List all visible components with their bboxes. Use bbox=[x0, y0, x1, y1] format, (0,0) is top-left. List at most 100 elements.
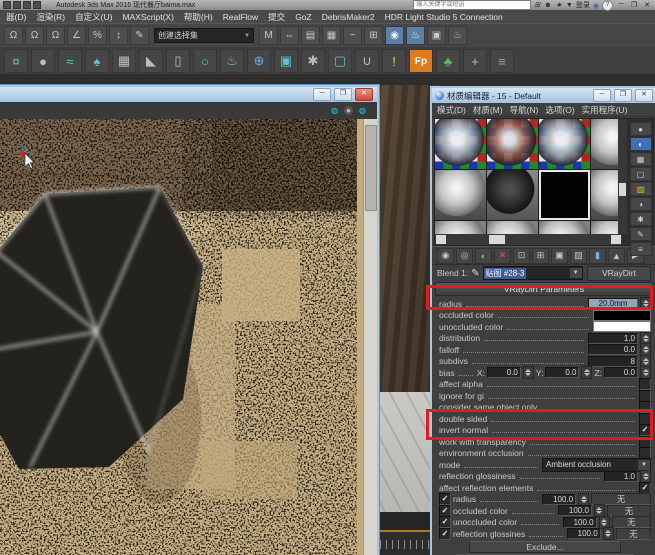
exclude-button[interactable]: Exclude... bbox=[469, 540, 621, 553]
distribution-field[interactable]: 1.0 bbox=[588, 332, 638, 344]
radius-field[interactable]: 20.0mm bbox=[588, 298, 638, 310]
material-sample-slot[interactable] bbox=[435, 119, 486, 169]
snap-toggle-3d-icon[interactable]: Ω bbox=[46, 26, 65, 45]
menu-item[interactable]: MAXScript(X) bbox=[117, 12, 178, 22]
named-selection-dropdown[interactable]: 创建选择集 ▼ bbox=[154, 28, 254, 43]
menu-item[interactable]: 帮助(H) bbox=[179, 11, 218, 23]
sample-uv-tiling-icon[interactable]: ▢ bbox=[629, 167, 652, 181]
scrollbar-thumb[interactable] bbox=[365, 125, 377, 211]
undo-icon[interactable] bbox=[33, 1, 41, 9]
material-editor-icon[interactable]: ◉ bbox=[385, 26, 404, 45]
chevron-down-icon[interactable]: ▼ bbox=[638, 459, 650, 470]
window-tool-icon[interactable]: ▦ bbox=[112, 49, 136, 73]
light-tool-icon[interactable]: ¤ bbox=[4, 49, 28, 73]
floorgenerator-button[interactable]: Fp bbox=[409, 49, 433, 73]
material-sample-slot[interactable] bbox=[591, 170, 620, 220]
schematic-view-icon[interactable]: ⊞ bbox=[364, 26, 383, 45]
minimize-button[interactable]: ─ bbox=[616, 1, 626, 9]
signin-link[interactable]: 登录 bbox=[576, 0, 590, 10]
sample-horizontal-scrollbar[interactable] bbox=[435, 234, 622, 245]
render-vertical-scrollbar[interactable] bbox=[363, 119, 377, 555]
a360-icon[interactable]: ◈ bbox=[593, 1, 599, 10]
align-icon[interactable]: ⇔ bbox=[280, 26, 299, 45]
ribbon-toggle-icon[interactable]: ▦ bbox=[322, 26, 341, 45]
render-maximize-button[interactable]: ❐ bbox=[334, 88, 352, 101]
tex-unoccluded-checkbox[interactable]: ✓ bbox=[439, 516, 451, 529]
scrollbar-thumb[interactable] bbox=[619, 183, 626, 196]
occluded-color-swatch[interactable] bbox=[593, 309, 651, 321]
mat-menu-item[interactable]: 实用程序(U) bbox=[582, 104, 628, 116]
make-unique-icon[interactable]: ⊡ bbox=[513, 247, 530, 264]
torus-tool-icon[interactable]: ○ bbox=[193, 49, 217, 73]
menu-item[interactable]: 自定义(U) bbox=[70, 11, 117, 23]
menu-item[interactable]: HDR Light Studio 5 Connection bbox=[380, 12, 508, 22]
infocenter-search-input[interactable] bbox=[413, 0, 532, 10]
render-minimize-button[interactable]: ─ bbox=[313, 88, 331, 101]
favorites-star-icon[interactable]: ★ bbox=[556, 1, 562, 9]
tex-occluded-checkbox[interactable]: ✓ bbox=[439, 504, 451, 517]
get-material-icon[interactable]: ◉ bbox=[437, 247, 454, 264]
consider-same-object-checkbox[interactable] bbox=[639, 401, 651, 414]
list-icon[interactable]: ≡ bbox=[490, 49, 514, 73]
affect-reflection-elements-checkbox[interactable]: ✓ bbox=[639, 481, 651, 494]
close-button[interactable]: ✕ bbox=[642, 1, 652, 9]
menu-item[interactable]: RealFlow bbox=[218, 12, 263, 22]
reflection-glossiness-field[interactable]: 1.0 bbox=[604, 470, 638, 482]
bowl-tool-icon[interactable]: ∪ bbox=[355, 49, 379, 73]
put-to-library-icon[interactable]: ⊞ bbox=[532, 247, 549, 264]
spinner-snap-icon[interactable]: ↕ bbox=[109, 26, 128, 45]
quick-access-toolbar[interactable] bbox=[3, 1, 41, 9]
bias-x-field[interactable]: 0.0 bbox=[486, 367, 521, 379]
tex-radius-spinner[interactable] bbox=[578, 492, 590, 506]
falloff-field[interactable]: 0.0 bbox=[588, 344, 638, 356]
knife-tool-icon[interactable]: ◣ bbox=[139, 49, 163, 73]
snap-toggle-25d-icon[interactable]: Ω bbox=[25, 26, 44, 45]
tex-glossiness-checkbox[interactable]: ✓ bbox=[439, 527, 451, 540]
options-icon[interactable]: ✱ bbox=[629, 212, 652, 226]
render-setup-icon[interactable]: ♨ bbox=[406, 26, 425, 45]
target-tool-icon[interactable]: ⊕ bbox=[247, 49, 271, 73]
bias-x-spinner[interactable] bbox=[522, 366, 534, 380]
menu-item[interactable]: GoZ bbox=[290, 12, 317, 22]
video-color-check-icon[interactable]: ▥ bbox=[629, 182, 652, 196]
vfb-sphere-icon[interactable]: ● bbox=[344, 106, 353, 115]
camera-tool-icon[interactable]: ▣ bbox=[274, 49, 298, 73]
invert-normal-checkbox[interactable]: ✓ bbox=[639, 424, 651, 437]
ignore-for-gi-checkbox[interactable] bbox=[639, 389, 651, 402]
chevron-down-icon[interactable]: ▼ bbox=[569, 268, 582, 278]
render-close-button[interactable]: ✕ bbox=[355, 88, 373, 101]
tex-unoccluded-amount[interactable]: 100.0 bbox=[562, 516, 597, 528]
unoccluded-color-swatch[interactable] bbox=[593, 321, 651, 333]
mat-maximize-button[interactable]: ❐ bbox=[614, 89, 632, 102]
render-production-icon[interactable]: ♨ bbox=[448, 26, 467, 45]
infocenter-dropdown-icon[interactable]: ▼ bbox=[566, 2, 573, 9]
tex-radius-amount[interactable]: 100.0 bbox=[542, 493, 577, 505]
rendered-frame-icon[interactable]: ▣ bbox=[427, 26, 446, 45]
mirror-icon[interactable]: M bbox=[259, 26, 278, 45]
menu-item[interactable]: 提交 bbox=[263, 11, 290, 23]
mat-close-button[interactable]: ✕ bbox=[635, 89, 653, 102]
edit-named-selection-icon[interactable]: ✎ bbox=[130, 26, 149, 45]
forest-pack-icon[interactable]: ♣ bbox=[436, 49, 460, 73]
radius-spinner[interactable] bbox=[640, 297, 651, 311]
mat-menu-item[interactable]: 材质(M) bbox=[473, 104, 503, 116]
reset-map-icon[interactable]: ✕ bbox=[494, 247, 511, 264]
trees-tool-icon[interactable]: ♠ bbox=[85, 49, 109, 73]
show-end-result-icon[interactable]: ▮ bbox=[589, 247, 606, 264]
material-sample-slot[interactable] bbox=[435, 170, 486, 220]
menu-item[interactable]: 渲染(R) bbox=[31, 11, 70, 23]
tex-glossiness-amount[interactable]: 100.0 bbox=[566, 528, 601, 540]
tex-occluded-map-button[interactable]: 无 bbox=[606, 504, 651, 517]
bias-y-field[interactable]: 0.0 bbox=[545, 367, 580, 379]
box-tool-icon[interactable]: ▢ bbox=[328, 49, 352, 73]
material-sample-slot-active[interactable] bbox=[539, 170, 590, 220]
bulb-tool-icon[interactable]: ! bbox=[382, 49, 406, 73]
account-icon[interactable]: ☻ bbox=[544, 2, 551, 9]
teapot-tool-icon[interactable]: ♨ bbox=[220, 49, 244, 73]
affect-alpha-checkbox[interactable] bbox=[639, 378, 651, 391]
percent-snap-icon[interactable]: % bbox=[88, 26, 107, 45]
door-tool-icon[interactable]: ▯ bbox=[166, 49, 190, 73]
material-type-button[interactable]: VRayDirt bbox=[587, 265, 651, 281]
scroll-left-button[interactable] bbox=[436, 235, 446, 244]
go-to-parent-icon[interactable]: ▲ bbox=[608, 247, 625, 264]
